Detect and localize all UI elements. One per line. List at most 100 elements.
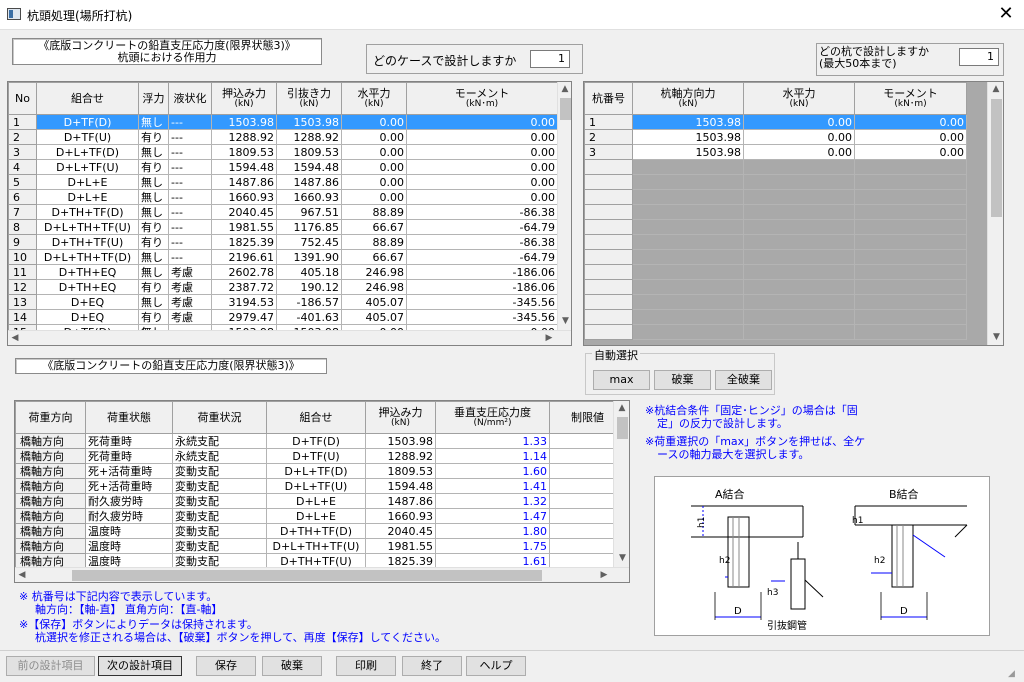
horiz-cell[interactable]: 0.00 [341,144,407,160]
horiz-cell[interactable]: 405.07 [341,294,407,310]
pile-table-row[interactable]: 2 1503.98 0.00 0.00 [584,129,967,145]
result-combo-cell[interactable]: D+L+E [266,508,366,524]
float-cell[interactable]: 有り [138,309,169,325]
dir-cell[interactable]: 橋軸方向 [15,433,86,449]
dir-cell[interactable]: 橋軸方向 [15,538,86,554]
empty-cell[interactable] [632,294,744,310]
load-table-row[interactable]: 7 D+TH+TF(D) 無し --- 2040.45 967.51 88.89 -86.38 [8,204,558,220]
dir-cell[interactable]: 橋軸方向 [15,463,86,479]
push-cell[interactable]: 3194.53 [211,294,277,310]
empty-cell[interactable] [584,174,633,190]
stress-cell[interactable]: 1.47 [435,508,550,524]
stress-cell[interactable]: 1.80 [435,523,550,539]
load-table-row[interactable]: 5 D+L+E 無し --- 1487.86 1487.86 0.00 0.00 [8,174,558,190]
load-table-row[interactable]: 3 D+L+TF(D) 無し --- 1809.53 1809.53 0.00 0.00 [8,144,558,160]
push-cell[interactable]: 2196.61 [211,249,277,265]
condition-cell[interactable]: 変動支配 [172,463,267,479]
combo-cell[interactable]: D+TF(U) [36,129,139,145]
moment-cell[interactable]: -86.38 [406,234,558,250]
pile-moment-cell[interactable]: 0.00 [854,144,967,160]
load-table-vscroll[interactable]: ▲ ▼ [557,82,571,330]
pull-cell[interactable]: 405.18 [276,264,342,280]
pull-cell[interactable]: 190.12 [276,279,342,295]
row-number[interactable]: 11 [8,264,37,280]
empty-cell[interactable] [854,189,967,205]
empty-cell[interactable] [743,264,855,280]
dir-cell[interactable]: 橋軸方向 [15,523,86,539]
empty-cell[interactable] [584,159,633,175]
row-number[interactable]: 14 [8,309,37,325]
load-table-row[interactable]: 11 D+TH+EQ 無し 考慮 2602.78 405.18 246.98 -186.06 [8,264,558,280]
float-cell[interactable]: 有り [138,159,169,175]
result-table-row[interactable]: 橋軸方向 耐久疲労時 変動支配 D+L+E 1660.93 1.47 [15,508,626,524]
combo-cell[interactable]: D+TH+EQ [36,279,139,295]
load-table[interactable]: No 組合せ 浮力 液状化 押込み力 (kN) 引抜き力 (kN) 水平力 (kN) … [8,82,558,340]
horiz-cell[interactable]: 405.07 [341,309,407,325]
dir-cell[interactable]: 橋軸方向 [15,508,86,524]
combo-cell[interactable]: D+EQ [36,309,139,325]
moment-cell[interactable]: -345.56 [406,294,558,310]
pile-horiz-cell[interactable]: 0.00 [743,144,855,160]
scroll-thumb[interactable] [560,98,571,120]
float-cell[interactable]: 無し [138,264,169,280]
max-button[interactable]: max [593,370,650,390]
condition-cell[interactable]: 変動支配 [172,508,267,524]
liquefaction-cell[interactable]: 考慮 [168,294,212,310]
load-table-row[interactable]: 1 D+TF(D) 無し --- 1503.98 1503.98 0.00 0.00 [8,114,558,130]
liquefaction-cell[interactable]: --- [168,174,212,190]
empty-cell[interactable] [584,249,633,265]
empty-cell[interactable] [854,204,967,220]
load-table-row[interactable]: 2 D+TF(U) 有り --- 1288.92 1288.92 0.00 0.00 [8,129,558,145]
load-table-row[interactable]: 14 D+EQ 有り 考慮 2979.47 -401.63 405.07 -345.56 [8,309,558,325]
pile-number[interactable]: 2 [584,129,633,145]
empty-cell[interactable] [743,174,855,190]
pull-cell[interactable]: 1503.98 [276,114,342,130]
float-cell[interactable]: 無し [138,294,169,310]
load-table-row[interactable]: 12 D+TH+EQ 有り 考慮 2387.72 190.12 246.98 -186.06 [8,279,558,295]
float-cell[interactable]: 有り [138,234,169,250]
combo-cell[interactable]: D+TF(D) [36,114,139,130]
pile-table-row[interactable]: 3 1503.98 0.00 0.00 [584,144,967,160]
push-cell[interactable]: 1825.39 [211,234,277,250]
moment-cell[interactable]: 0.00 [406,189,558,205]
combo-cell[interactable]: D+L+TH+TF(U) [36,219,139,235]
liquefaction-cell[interactable]: 考慮 [168,279,212,295]
pile-number[interactable]: 1 [584,114,633,130]
empty-cell[interactable] [584,324,633,340]
float-cell[interactable]: 有り [138,279,169,295]
empty-cell[interactable] [632,249,744,265]
save-button[interactable]: 保存 [196,656,256,676]
horiz-cell[interactable]: 246.98 [341,264,407,280]
stress-cell[interactable]: 1.33 [435,433,550,449]
load-table-row[interactable]: 4 D+L+TF(U) 有り --- 1594.48 1594.48 0.00 0.00 [8,159,558,175]
stress-cell[interactable]: 1.41 [435,478,550,494]
empty-cell[interactable] [632,279,744,295]
push-cell[interactable]: 2602.78 [211,264,277,280]
horiz-cell[interactable]: 88.89 [341,234,407,250]
dir-cell[interactable]: 橋軸方向 [15,448,86,464]
pile-table-empty-row[interactable] [584,264,967,280]
combo-cell[interactable]: D+L+E [36,189,139,205]
combo-cell[interactable]: D+TH+TF(D) [36,204,139,220]
empty-cell[interactable] [854,174,967,190]
pile-table-empty-row[interactable] [584,309,967,325]
result-push-cell[interactable]: 2040.45 [365,523,436,539]
help-button[interactable]: ヘルプ [466,656,526,676]
combo-cell[interactable]: D+L+TF(U) [36,159,139,175]
result-combo-cell[interactable]: D+L+TF(D) [266,463,366,479]
scroll-left-icon[interactable]: ◀ [15,568,29,582]
push-cell[interactable]: 1660.93 [211,189,277,205]
pile-horiz-cell[interactable]: 0.00 [743,129,855,145]
stress-cell[interactable]: 1.32 [435,493,550,509]
row-number[interactable]: 13 [8,294,37,310]
pile-table-empty-row[interactable] [584,189,967,205]
pull-cell[interactable]: -401.63 [276,309,342,325]
combo-cell[interactable]: D+EQ [36,294,139,310]
float-cell[interactable]: 無し [138,144,169,160]
combo-cell[interactable]: D+TH+TF(U) [36,234,139,250]
row-number[interactable]: 5 [8,174,37,190]
discard-button[interactable]: 破棄 [262,656,322,676]
row-number[interactable]: 10 [8,249,37,265]
empty-cell[interactable] [584,294,633,310]
pile-number[interactable]: 3 [584,144,633,160]
